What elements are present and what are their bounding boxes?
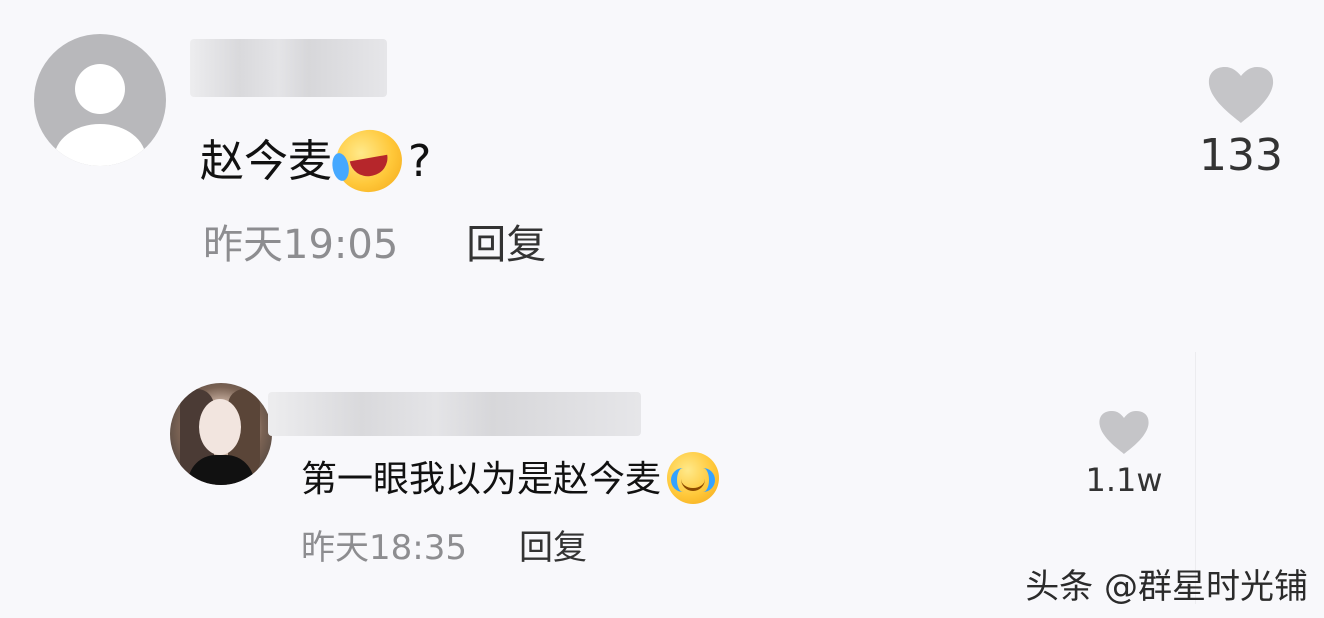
comment-reply-button[interactable]: 回复 <box>466 225 546 265</box>
default-avatar-icon[interactable] <box>34 34 166 166</box>
heart-icon[interactable] <box>1207 66 1275 126</box>
comment-text: 赵今麦 <box>200 136 332 187</box>
reply-like-button[interactable]: 1.1w <box>1079 410 1169 496</box>
reply-content: 第一眼我以为是赵今麦 <box>301 452 720 504</box>
comment-like-count: 133 <box>1199 130 1283 181</box>
reply-meta: 昨天18:35 回复 <box>301 531 587 565</box>
comment-like-button[interactable]: 133 <box>1196 66 1286 178</box>
watermark-text: 头条 @群星时光铺 <box>1025 567 1308 607</box>
reply-timestamp: 昨天18:35 <box>301 528 467 568</box>
comment-timestamp: 昨天19:05 <box>203 222 399 268</box>
profile-avatar[interactable] <box>170 383 272 485</box>
blurred-username <box>190 39 387 97</box>
comment-question-mark: ? <box>408 136 432 187</box>
comment-thread: 赵今麦? 昨天19:05 回复 133 第一眼我以为是赵今麦 昨天18:35 回… <box>0 0 1324 618</box>
reply-like-count: 1.1w <box>1085 461 1163 499</box>
reply-text: 第一眼我以为是赵今麦 <box>301 459 662 500</box>
heart-icon[interactable] <box>1098 410 1150 456</box>
avatar-body-shape <box>54 124 146 166</box>
rolling-laughing-emoji <box>331 124 407 198</box>
avatar-head-shape <box>75 64 125 114</box>
tears-of-joy-emoji <box>667 452 720 504</box>
blurred-reply-username <box>268 392 641 436</box>
comment-content: 赵今麦? <box>200 124 432 198</box>
comment-meta: 昨天19:05 回复 <box>203 225 546 265</box>
avatar-face <box>199 399 241 455</box>
reply-reply-button[interactable]: 回复 <box>519 531 587 565</box>
